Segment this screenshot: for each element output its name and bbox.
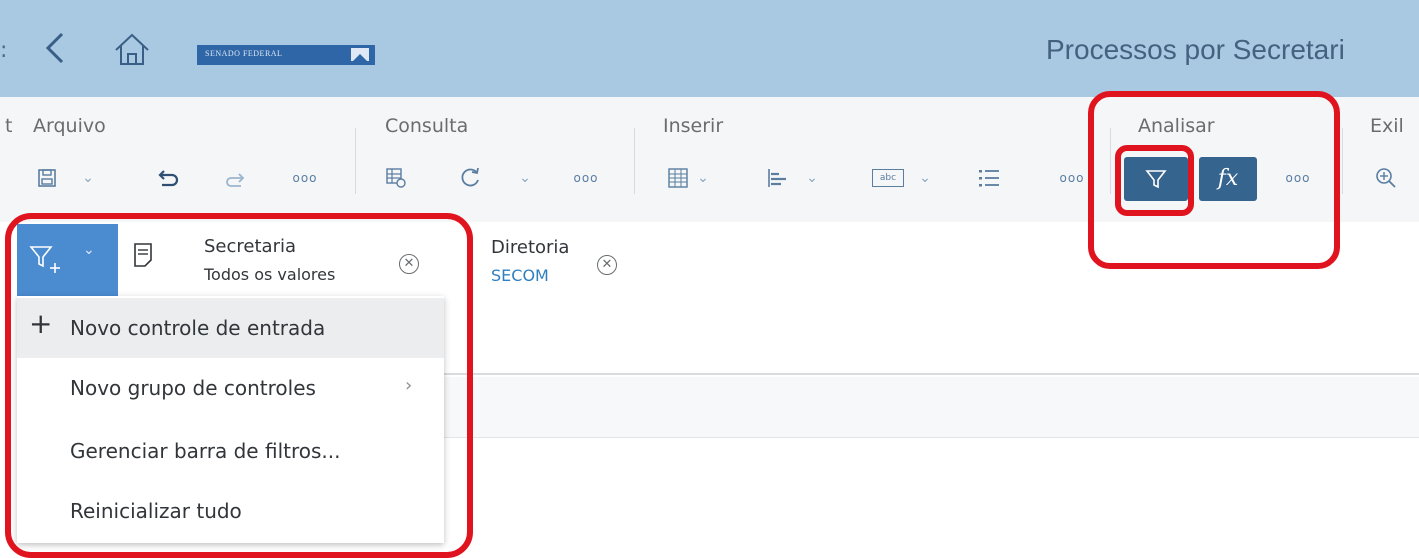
- divider: [440, 373, 1419, 375]
- table-icon: [668, 168, 688, 188]
- senado-logo[interactable]: SENADO FEDERAL: [197, 45, 375, 65]
- chart-dropdown-chevron-icon[interactable]: ⌄: [803, 158, 821, 198]
- logo-text: SENADO FEDERAL: [205, 49, 283, 58]
- refresh-dropdown-chevron-icon[interactable]: ⌄: [515, 158, 535, 198]
- text-box-label: abc: [879, 173, 897, 183]
- insert-chart-button[interactable]: [765, 158, 791, 198]
- divider: [440, 437, 1419, 438]
- consulta-more-icon[interactable]: ooo: [571, 158, 601, 198]
- toolbar-separator: [1342, 128, 1343, 194]
- text-dropdown-chevron-icon[interactable]: ⌄: [916, 158, 934, 198]
- query-grid-icon: [386, 168, 406, 188]
- toolbar-left-fragment: t: [5, 115, 13, 137]
- save-button[interactable]: [34, 158, 60, 198]
- refresh-button[interactable]: [457, 158, 483, 198]
- filter-chip-value[interactable]: SECOM: [491, 266, 549, 285]
- list-icon: [979, 170, 999, 187]
- group-arquivo-label: Arquivo: [33, 115, 106, 137]
- insert-list-button[interactable]: [976, 158, 1002, 198]
- zoom-in-button[interactable]: [1373, 158, 1399, 198]
- table-dropdown-chevron-icon[interactable]: ⌄: [694, 158, 712, 198]
- zoom-in-icon: [1376, 168, 1396, 188]
- redo-icon: [226, 173, 245, 187]
- redo-button[interactable]: [222, 158, 248, 198]
- annotation-outline-filter-button: [1115, 145, 1194, 216]
- remove-filter-icon[interactable]: ✕: [597, 255, 617, 275]
- back-button[interactable]: [38, 28, 74, 68]
- refresh-icon: [461, 167, 479, 187]
- canvas-strip: [440, 377, 1419, 437]
- annotation-outline-filter-menu: [5, 213, 473, 558]
- logo-mark-icon: [351, 48, 369, 61]
- filter-chip-title[interactable]: Diretoria: [491, 237, 569, 258]
- shell-left-fragment: :: [0, 38, 8, 63]
- toolbar-separator: [355, 128, 356, 194]
- undo-icon: [158, 170, 179, 187]
- chart-icon: [768, 169, 786, 187]
- save-dropdown-chevron-icon[interactable]: ⌄: [78, 158, 98, 198]
- group-consulta-label: Consulta: [385, 115, 469, 137]
- insert-table-button[interactable]: [665, 158, 691, 198]
- home-icon: [115, 33, 149, 65]
- group-exibir-label: Exil: [1370, 115, 1404, 137]
- group-inserir-label: Inserir: [663, 115, 724, 137]
- arquivo-more-icon[interactable]: ooo: [290, 158, 320, 198]
- inserir-more-icon[interactable]: ooo: [1057, 158, 1087, 198]
- save-icon: [38, 169, 56, 187]
- home-button[interactable]: [112, 30, 152, 68]
- page-title: Processos por Secretari: [1046, 34, 1345, 65]
- query-grid-button[interactable]: [383, 158, 409, 198]
- insert-text-button[interactable]: abc: [870, 158, 906, 198]
- text-box-icon: abc: [872, 169, 904, 187]
- back-icon: [45, 32, 64, 64]
- toolbar-separator: [634, 128, 635, 194]
- undo-button[interactable]: [155, 158, 181, 198]
